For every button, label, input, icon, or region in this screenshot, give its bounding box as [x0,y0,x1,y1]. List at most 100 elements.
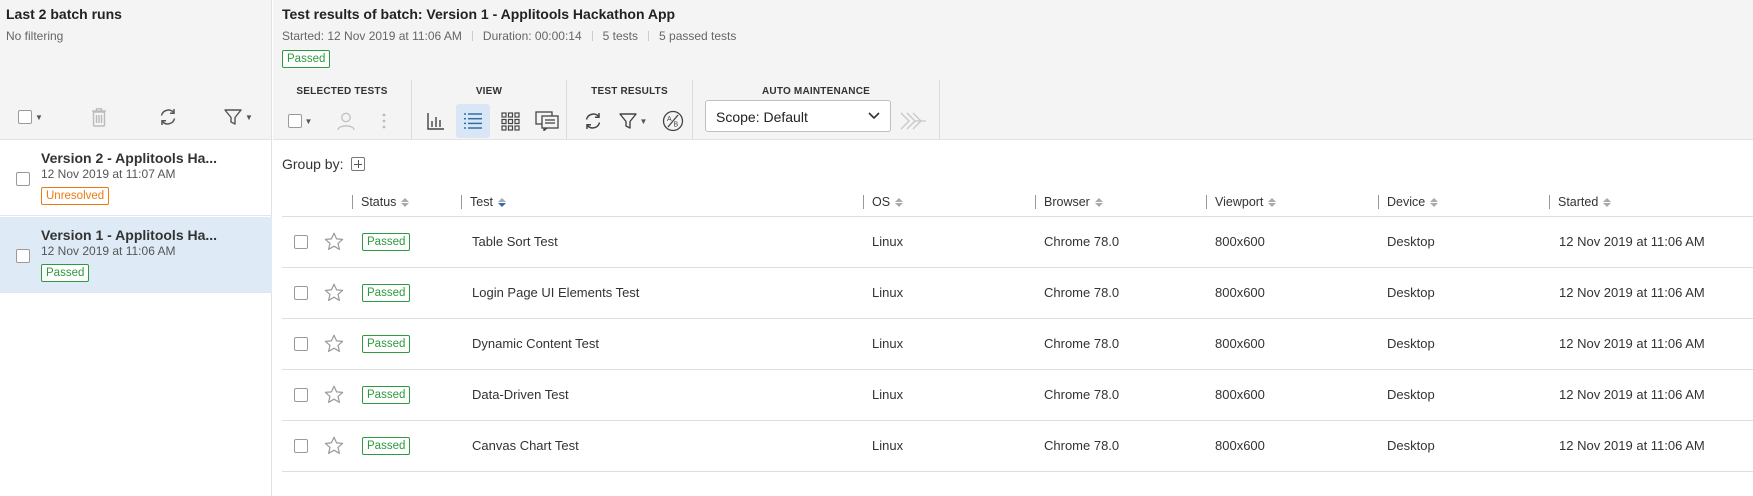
sort-icon [1430,197,1439,207]
browser-cell: Chrome 78.0 [1044,234,1120,249]
device-cell: Desktop [1387,438,1435,453]
browser-cell: Chrome 78.0 [1044,285,1120,300]
more-actions-button[interactable] [367,104,401,138]
row-checkbox[interactable] [294,235,308,249]
star-icon[interactable] [324,385,344,404]
view-compare-button[interactable] [530,104,564,138]
os-cell: Linux [872,234,904,249]
viewport-cell: 800x600 [1215,387,1265,402]
view-title: VIEW [475,86,503,97]
auto-maintenance-group: AUTO MAINTENANCE Scope: Default [693,80,940,140]
os-cell: Linux [872,387,904,402]
os-cell: Linux [872,336,904,351]
column-header-device[interactable]: Device [1378,190,1439,214]
os-cell: Linux [872,285,904,300]
test-name[interactable]: Table Sort Test [472,234,558,249]
test-name[interactable]: Data-Driven Test [472,387,569,402]
view-list-button[interactable] [456,104,490,138]
select-tests-dropdown[interactable]: ▼ [285,104,315,138]
star-icon[interactable] [324,232,344,251]
browser-cell: Chrome 78.0 [1044,336,1120,351]
caret-down-icon: ▼ [35,112,43,122]
viewport-cell: 800x600 [1215,234,1265,249]
user-icon [337,112,355,131]
add-group-button[interactable] [351,157,366,171]
row-checkbox[interactable] [294,286,308,300]
selected-tests-title: SELECTED TESTS [296,86,388,97]
refresh-batches-button[interactable] [158,104,178,130]
refresh-icon [585,113,601,129]
trash-icon [92,108,106,127]
row-checkbox[interactable] [294,337,308,351]
viewport-cell: 800x600 [1215,285,1265,300]
status-badge: Passed [362,284,411,302]
column-header-viewport[interactable]: Viewport [1206,190,1277,214]
batch-toolbar: ▼ ▼ [0,104,272,130]
filter-batches-button[interactable]: ▼ [224,104,253,130]
sort-icon [895,197,904,207]
run-maintenance-button[interactable] [897,104,929,138]
filter-icon [224,109,242,125]
started-cell: 12 Nov 2019 at 11:06 AM [1559,387,1705,402]
batch-results-header: Test results of batch: Version 1 - Appli… [273,0,1753,80]
table-row[interactable]: Passed Login Page UI Elements Test Linux… [282,268,1753,319]
ab-compare-button[interactable]: AB [656,104,690,138]
sort-icon [1603,197,1612,207]
caret-down-icon: ▼ [639,116,648,126]
caret-down-icon: ▼ [245,112,253,122]
status-badge: Passed [41,264,90,282]
test-name[interactable]: Login Page UI Elements Test [472,285,639,300]
refresh-results-button[interactable] [576,104,610,138]
filter-results-button[interactable]: ▼ [613,104,653,138]
batch-runs-panel: Last 2 batch runs No filtering ▼ ▼ Versi… [0,0,272,496]
sort-icon [1094,197,1103,207]
row-checkbox[interactable] [294,388,308,402]
view-summary-button[interactable] [419,104,453,138]
column-header-status[interactable]: Status [352,190,410,214]
table-row[interactable]: Passed Dynamic Content Test Linux Chrome… [282,319,1753,370]
batch-started: Started: 12 Nov 2019 at 11:06 AM [282,29,462,43]
select-tests-checkbox[interactable] [287,114,302,128]
device-cell: Desktop [1387,285,1435,300]
passed-tests-count: 5 passed tests [659,29,737,43]
batch-date: 12 Nov 2019 at 11:06 AM [41,244,176,258]
table-header: Status Test OS Browser Viewport Device S… [282,190,1753,217]
row-checkbox[interactable] [294,439,308,453]
status-badge: Passed [362,233,411,251]
column-header-label: Device [1387,195,1426,209]
sort-desc-icon [497,197,506,207]
compare-view-icon [535,111,559,131]
batch-item-version-2[interactable]: Version 2 - Applitools Ha... 12 Nov 2019… [0,140,272,216]
column-header-label: Test [470,195,493,209]
column-header-started[interactable]: Started [1549,190,1612,214]
assign-user-button[interactable] [329,104,363,138]
select-all-batches[interactable]: ▼ [18,104,43,130]
star-icon[interactable] [324,283,344,302]
divider [648,31,650,41]
column-header-browser[interactable]: Browser [1035,190,1103,214]
batch-item-version-1[interactable]: Version 1 - Applitools Ha... 12 Nov 2019… [0,217,272,293]
test-results-title: TEST RESULTS [591,86,668,97]
auto-maintenance-title: AUTO MAINTENANCE [761,86,870,97]
delete-batch-button[interactable] [91,104,107,130]
sort-icon [1268,197,1277,207]
status-badge: Passed [362,437,411,455]
batch-name: Version 2 - Applitools Ha... [41,150,218,166]
star-icon[interactable] [324,334,344,353]
view-grid-button[interactable] [493,104,527,138]
browser-cell: Chrome 78.0 [1044,438,1120,453]
star-icon[interactable] [324,436,344,455]
column-header-os[interactable]: OS [863,190,904,214]
batch-date: 12 Nov 2019 at 11:07 AM [41,167,176,181]
select-all-checkbox[interactable] [18,110,32,124]
test-name[interactable]: Canvas Chart Test [472,438,579,453]
column-header-label: Browser [1044,195,1090,209]
batch-checkbox[interactable] [16,249,30,263]
scope-select[interactable]: Scope: Default [705,100,891,132]
table-row[interactable]: Passed Table Sort Test Linux Chrome 78.0… [282,217,1753,268]
batch-checkbox[interactable] [16,172,30,186]
column-header-test[interactable]: Test [461,190,506,214]
test-name[interactable]: Dynamic Content Test [472,336,599,351]
table-row[interactable]: Passed Data-Driven Test Linux Chrome 78.… [282,370,1753,421]
table-row[interactable]: Passed Canvas Chart Test Linux Chrome 78… [282,421,1753,472]
